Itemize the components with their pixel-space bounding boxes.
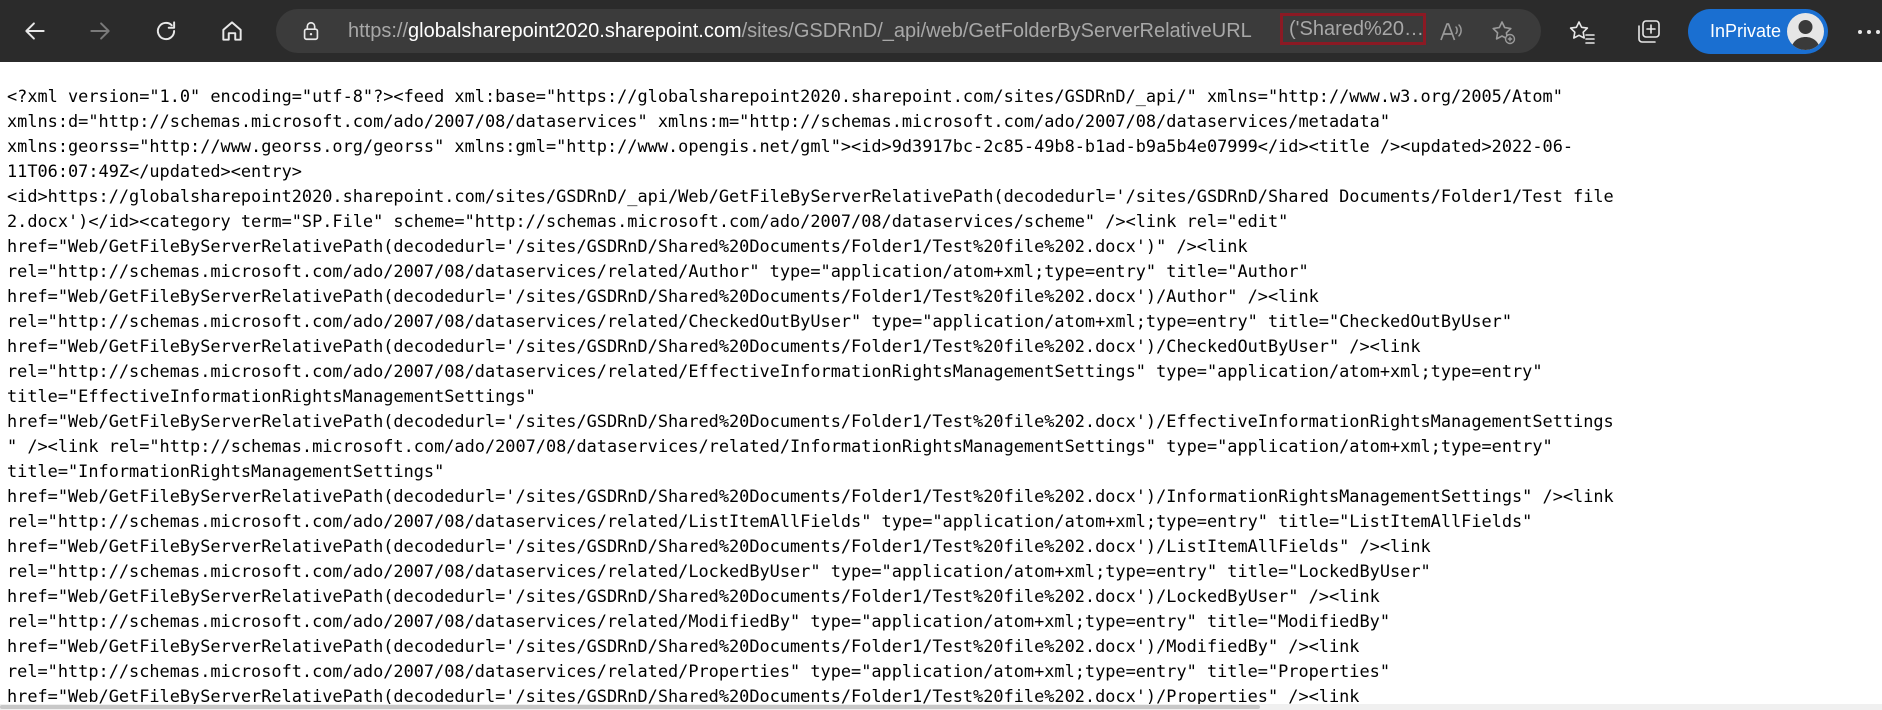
xml-document-text: <?xml version="1.0" encoding="utf-8"?><f… (7, 86, 1614, 706)
home-icon (222, 21, 242, 41)
page-content: <?xml version="1.0" encoding="utf-8"?><f… (0, 62, 1882, 710)
lock-icon[interactable] (300, 20, 322, 42)
inprivate-label: InPrivate (1710, 21, 1782, 41)
star-plus-icon[interactable] (1490, 19, 1516, 45)
url-text[interactable]: https://globalsharepoint2020.sharepoint.… (348, 9, 1284, 53)
back-button[interactable] (11, 7, 59, 55)
home-button[interactable] (208, 7, 256, 55)
arrow-right-icon (90, 22, 110, 40)
favorites-icon[interactable] (1568, 18, 1596, 46)
profile-icon (1791, 20, 1820, 50)
refresh-icon (156, 21, 176, 41)
url-host: globalsharepoint2020.sharepoint.com (408, 20, 742, 42)
inprivate-button[interactable]: InPrivate (1688, 9, 1828, 54)
url-highlighted-segment: ('Shared%20… (1280, 13, 1426, 45)
address-bar[interactable]: https://globalsharepoint2020.sharepoint.… (276, 9, 1541, 53)
horizontal-scrollbar[interactable] (0, 704, 1882, 710)
url-prefix: https:// (348, 20, 409, 42)
more-icon[interactable] (1855, 18, 1882, 46)
browser-toolbar: https://globalsharepoint2020.sharepoint.… (0, 0, 1882, 62)
collections-icon[interactable] (1634, 18, 1662, 46)
url-path: /sites/GSDRnD/_api/web/GetFolderByServer… (741, 20, 1252, 42)
read-aloud-icon[interactable] (1438, 19, 1464, 45)
refresh-button[interactable] (142, 7, 190, 55)
avatar (1787, 13, 1824, 50)
arrow-left-icon (25, 22, 45, 40)
scrollbar-thumb[interactable] (0, 705, 1260, 709)
forward-button[interactable] (76, 7, 124, 55)
